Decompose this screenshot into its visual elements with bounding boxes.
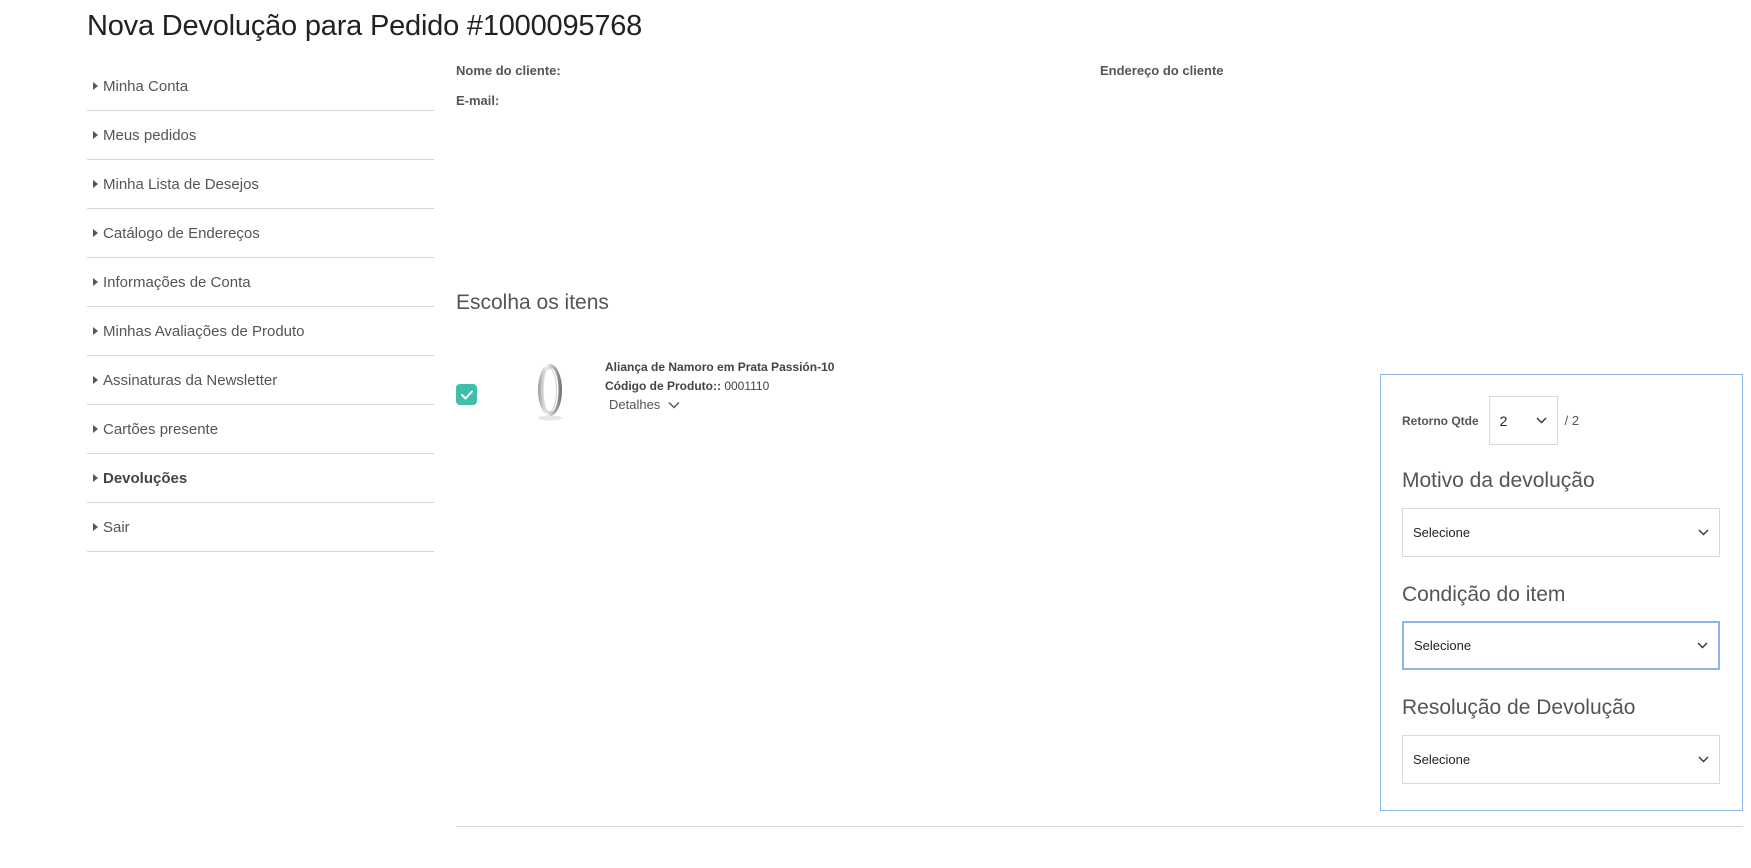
caret-right-icon [93,376,98,384]
chevron-down-icon [668,401,680,408]
sidebar-item-label: Catálogo de Endereços [103,224,260,242]
resolution-select[interactable]: Selecione [1402,735,1720,784]
sidebar-item-informacoes-conta[interactable]: Informações de Conta [87,258,434,307]
choose-items-heading: Escolha os itens [456,291,609,314]
sidebar-item-lista-desejos[interactable]: Minha Lista de Desejos [87,160,434,209]
page-title: Nova Devolução para Pedido #1000095768 [87,10,643,42]
sidebar-item-label: Minha Lista de Desejos [103,175,259,193]
chevron-down-icon [1536,417,1547,424]
condition-select[interactable]: Selecione [1402,621,1720,670]
caret-right-icon [93,131,98,139]
return-qty-label: Retorno Qtde [1402,413,1479,428]
caret-right-icon [93,82,98,90]
chevron-down-icon [1697,642,1708,649]
sidebar-item-devolucoes[interactable]: Devoluções [87,454,434,503]
sidebar-item-sair[interactable]: Sair [87,503,434,552]
caret-right-icon [93,523,98,531]
condition-select-value: Selecione [1414,638,1472,653]
reason-heading: Motivo da devolução [1402,469,1595,492]
sidebar-item-catalogo-enderecos[interactable]: Catálogo de Endereços [87,209,434,258]
chevron-down-icon [1698,756,1709,763]
item-checkbox[interactable] [456,384,477,405]
reason-select-value: Selecione [1413,525,1471,540]
return-qty-value: 2 [1499,412,1508,429]
return-options-panel: Retorno Qtde 2 / 2 Motivo da devolução S… [1380,374,1743,811]
product-sku: Código de Produto:: 0001110 [605,379,769,393]
sidebar-item-avaliacoes[interactable]: Minhas Avaliações de Produto [87,307,434,356]
details-toggle[interactable]: Detalhes [609,397,680,412]
caret-right-icon [93,327,98,335]
caret-right-icon [93,474,98,482]
caret-right-icon [93,425,98,433]
sidebar-item-newsletter[interactable]: Assinaturas da Newsletter [87,356,434,405]
customer-name-label: Nome do cliente: [456,63,561,78]
reason-select[interactable]: Selecione [1402,508,1720,557]
resolution-heading: Resolução de Devolução [1402,696,1636,719]
account-sidebar: Minha Conta Meus pedidos Minha Lista de … [87,62,434,552]
sidebar-item-label: Minha Conta [103,77,189,95]
customer-address-label: Endereço do cliente [1100,63,1224,78]
product-sku-value: 0001110 [724,379,770,393]
details-label: Detalhes [609,397,661,412]
sidebar-item-label: Informações de Conta [103,273,251,291]
sidebar-item-meus-pedidos[interactable]: Meus pedidos [87,111,434,160]
caret-right-icon [93,229,98,237]
product-image [538,364,562,421]
sidebar-item-label: Minhas Avaliações de Produto [103,322,305,340]
condition-heading: Condição do item [1402,583,1566,606]
checkmark-icon [460,390,473,399]
sidebar-item-label: Assinaturas da Newsletter [103,371,278,389]
caret-right-icon [93,180,98,188]
return-qty-total: / 2 [1564,413,1580,428]
resolution-select-value: Selecione [1413,752,1471,767]
caret-right-icon [93,278,98,286]
product-sku-label: Código de Produto:: [605,379,721,393]
sidebar-item-minha-conta[interactable]: Minha Conta [87,62,434,111]
sidebar-item-label: Sair [103,518,130,536]
sidebar-item-label: Meus pedidos [103,126,197,144]
sidebar-item-cartoes-presente[interactable]: Cartões presente [87,405,434,454]
customer-email-label: E-mail: [456,93,500,108]
chevron-down-icon [1698,529,1709,536]
product-name: Aliança de Namoro em Prata Passión-10 [605,360,835,374]
sidebar-item-label: Devoluções [103,469,188,487]
return-qty-select[interactable]: 2 [1488,396,1558,445]
section-divider [456,826,1743,827]
sidebar-item-label: Cartões presente [103,420,219,438]
return-qty-row: Retorno Qtde 2 / 2 [1402,396,1579,445]
